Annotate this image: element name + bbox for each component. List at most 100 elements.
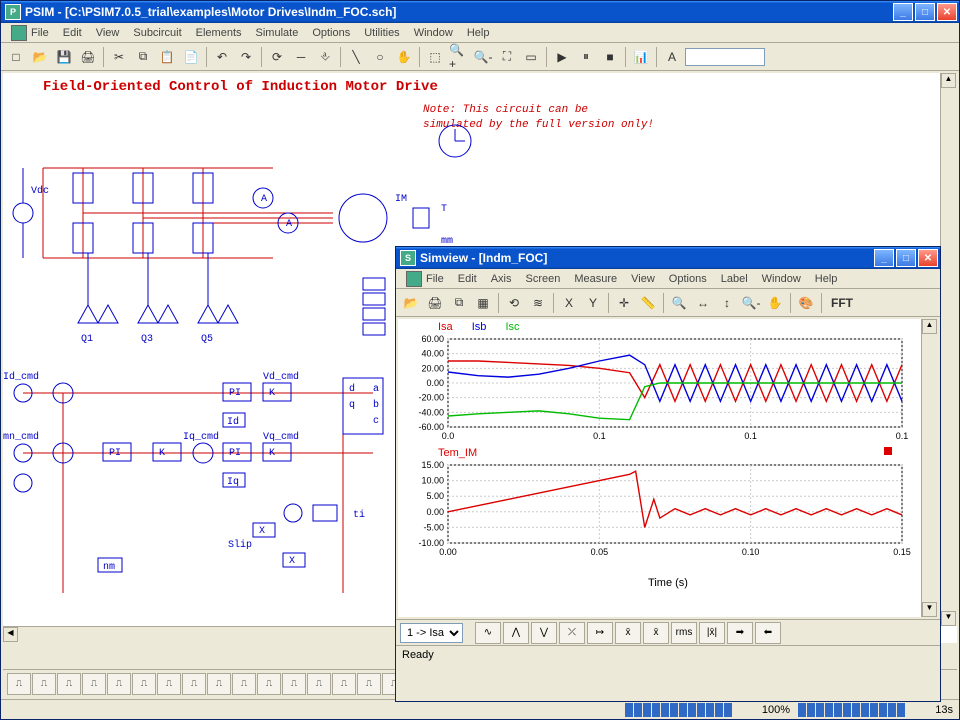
component-ctrl-button[interactable]: ⎍ (307, 673, 331, 695)
menu-elements[interactable]: Elements (190, 25, 248, 41)
scroll-left-button[interactable]: ◀ (3, 627, 18, 642)
wire-button[interactable]: ─ (290, 46, 312, 68)
chart2[interactable]: -10.00-5.000.005.0010.0015.000.000.050.1… (398, 461, 922, 561)
X-button[interactable]: X (558, 292, 580, 314)
print-button[interactable]: 🖨 (424, 292, 446, 314)
add-curve-button[interactable]: ≋ (527, 292, 549, 314)
component-gnd-button[interactable]: ⎍ (82, 673, 106, 695)
sv-minimize-button[interactable]: _ (874, 249, 894, 267)
menu-help[interactable]: Help (809, 271, 844, 287)
new-button[interactable]: □ (5, 46, 27, 68)
menu-options[interactable]: Options (663, 271, 713, 287)
menu-axis[interactable]: Axis (485, 271, 518, 287)
measure-x̄-button[interactable]: x̄ (643, 622, 669, 644)
save-button[interactable]: 💾 (53, 46, 75, 68)
redo-button[interactable]: ↷ (235, 46, 257, 68)
measure-curve-button[interactable]: ∿ (475, 622, 501, 644)
canvas-scrollbar-v[interactable]: ▲ ▼ (940, 73, 957, 626)
print-button[interactable]: 🖨 (77, 46, 99, 68)
page-button[interactable]: ▭ (520, 46, 542, 68)
plot-scrollbar-v[interactable]: ▲ ▼ (921, 319, 938, 617)
color-button[interactable]: 🎨 (795, 292, 817, 314)
menu-file[interactable]: File (400, 269, 450, 289)
menu-edit[interactable]: Edit (452, 271, 483, 287)
menu-window[interactable]: Window (408, 25, 459, 41)
open-button[interactable]: 📂 (29, 46, 51, 68)
component-meter-button[interactable]: ⎍ (282, 673, 306, 695)
draw-line-button[interactable]: ╲ (345, 46, 367, 68)
component-pwm-button[interactable]: ⎍ (157, 673, 181, 695)
cursor-button[interactable]: ✛ (613, 292, 635, 314)
text-button[interactable]: A (661, 46, 683, 68)
close-button[interactable]: ✕ (937, 3, 957, 21)
zoom-fit-button[interactable]: ⛶ (496, 46, 518, 68)
maximize-button[interactable]: □ (915, 3, 935, 21)
clipboard-button[interactable]: 📄 (180, 46, 202, 68)
component-l-button[interactable]: ⎍ (57, 673, 81, 695)
zoom-out-button[interactable]: 🔍- (740, 292, 762, 314)
menu-simulate[interactable]: Simulate (250, 25, 305, 41)
measure-left-button[interactable]: ⬅ (755, 622, 781, 644)
simview-titlebar[interactable]: S Simview - [Indm_FOC] _ □ ✕ (396, 247, 940, 269)
zoom-in-button[interactable]: 🔍+ (448, 46, 470, 68)
pan-button[interactable]: ✋ (764, 292, 786, 314)
run-button[interactable]: ▶ (551, 46, 573, 68)
component-sum-button[interactable]: ⎍ (332, 673, 356, 695)
draw-circle-button[interactable]: ○ (369, 46, 391, 68)
zoom-y-button[interactable]: ↕ (716, 292, 738, 314)
component-c-button[interactable]: ⎍ (32, 673, 56, 695)
zoom-out-button[interactable]: 🔍- (472, 46, 494, 68)
minimize-button[interactable]: _ (893, 3, 913, 21)
paste-button[interactable]: 📋 (156, 46, 178, 68)
toolbar-input[interactable] (685, 48, 765, 66)
component-src-button[interactable]: ⎍ (107, 673, 131, 695)
menu-subcircuit[interactable]: Subcircuit (127, 25, 187, 41)
sv-close-button[interactable]: ✕ (918, 249, 938, 267)
menu-view[interactable]: View (90, 25, 126, 41)
component-r-button[interactable]: ⎍ (7, 673, 31, 695)
refresh-button[interactable]: ⟳ (266, 46, 288, 68)
scroll-down-button[interactable]: ▼ (941, 611, 956, 626)
select-button[interactable]: ⬚ (424, 46, 446, 68)
measure-peak-button[interactable]: ⋀ (503, 622, 529, 644)
menu-options[interactable]: Options (306, 25, 356, 41)
Y-button[interactable]: Y (582, 292, 604, 314)
fft-button[interactable]: FFT (826, 292, 858, 314)
menu-window[interactable]: Window (756, 271, 807, 287)
cut-button[interactable]: ✂ (108, 46, 130, 68)
measure-next-button[interactable]: ↦ (587, 622, 613, 644)
zoom-button[interactable]: 🔍 (668, 292, 690, 314)
measure-right-button[interactable]: ➡ (727, 622, 753, 644)
component-diode-button[interactable]: ⎍ (182, 673, 206, 695)
redraw-button[interactable]: ⟲ (503, 292, 525, 314)
main-titlebar[interactable]: P PSIM - [C:\PSIM7.0.5_trial\examples\Mo… (1, 1, 959, 23)
zoom-x-button[interactable]: ↔ (692, 292, 714, 314)
chart1[interactable]: -60.00-40.00-20.000.0020.0040.0060.000.0… (398, 335, 922, 445)
simview-window[interactable]: S Simview - [Indm_FOC] _ □ ✕ FileEditAxi… (395, 246, 941, 702)
menu-label[interactable]: Label (715, 271, 754, 287)
sv-maximize-button[interactable]: □ (896, 249, 916, 267)
menu-view[interactable]: View (625, 271, 661, 287)
menu-measure[interactable]: Measure (568, 271, 623, 287)
copy-button[interactable]: ⧉ (448, 292, 470, 314)
menu-help[interactable]: Help (461, 25, 496, 41)
plot-scroll-up[interactable]: ▲ (922, 319, 937, 334)
pause-button[interactable]: ⏸ (575, 46, 597, 68)
stop-button[interactable]: ■ (599, 46, 621, 68)
measure-valley-button[interactable]: ⋁ (531, 622, 557, 644)
component-gain-button[interactable]: ⎍ (357, 673, 381, 695)
undo-button[interactable]: ↶ (211, 46, 233, 68)
probe-button[interactable]: ⎀ (314, 46, 336, 68)
menu-screen[interactable]: Screen (519, 271, 566, 287)
menu-utilities[interactable]: Utilities (358, 25, 405, 41)
component-mos-button[interactable]: ⎍ (207, 673, 231, 695)
pan-button[interactable]: ✋ (393, 46, 415, 68)
copy-button[interactable]: ⧉ (132, 46, 154, 68)
measure-rms-button[interactable]: rms (671, 622, 697, 644)
menu-file[interactable]: File (5, 23, 55, 43)
component-igbt-button[interactable]: ⎍ (232, 673, 256, 695)
simview-button[interactable]: 📊 (630, 46, 652, 68)
scroll-up-button[interactable]: ▲ (941, 73, 956, 88)
component-sw-button[interactable]: ⎍ (257, 673, 281, 695)
menu-edit[interactable]: Edit (57, 25, 88, 41)
